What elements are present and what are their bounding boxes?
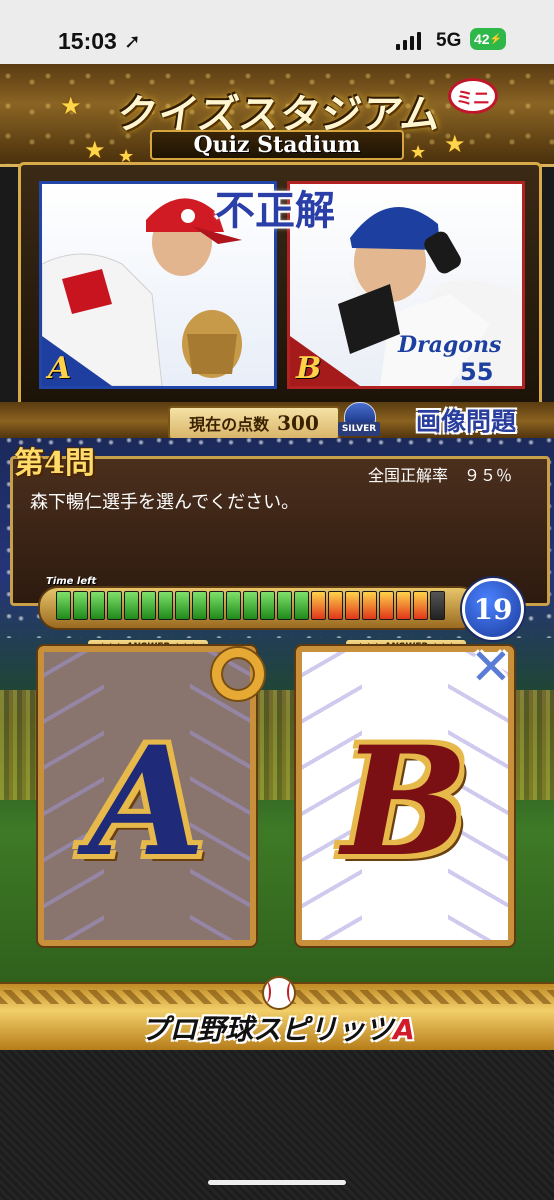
timer-segment xyxy=(226,591,241,620)
question-text: 森下暢仁選手を選んでください。 xyxy=(30,492,300,513)
answer-letter-a: A xyxy=(88,714,206,890)
battery-level: 42 xyxy=(473,31,490,47)
timer-segment xyxy=(430,591,445,620)
logo-text: プロ野球スピリッツ xyxy=(141,1013,394,1046)
timer-segment xyxy=(158,591,173,620)
timer-segment xyxy=(90,591,105,620)
star-icon: ★ xyxy=(410,142,427,163)
bottom-area xyxy=(0,1050,554,1200)
timer-segment xyxy=(294,591,309,620)
timer-segment xyxy=(124,591,139,620)
timer-segment xyxy=(396,591,411,620)
timer-segment xyxy=(141,591,156,620)
timer-segment xyxy=(260,591,275,620)
star-icon: ★ xyxy=(60,92,82,120)
baseball-icon xyxy=(262,976,296,1010)
timer-segment xyxy=(328,591,343,620)
status-bar: 15:03 ➚ 5G 42 ⚡ xyxy=(0,0,554,64)
national-correct-rate: 全国正解率 ９５％ xyxy=(368,466,513,485)
score-label: 現在の点数 xyxy=(189,415,270,434)
question-number: 第4問 xyxy=(14,446,95,481)
timer-segment xyxy=(243,591,258,620)
answer-letter-b: B xyxy=(341,714,469,890)
rank-label: SILVER xyxy=(338,422,380,436)
app-logo: プロ野球スピリッツA xyxy=(138,1008,418,1048)
rocket-icon: ➚ xyxy=(124,29,141,53)
svg-text:Dragons: Dragons xyxy=(397,332,501,358)
option-a-corner-label: A xyxy=(48,351,72,386)
star-icon: ★ xyxy=(84,136,106,164)
score-box: 現在の点数 300 xyxy=(168,406,340,440)
timer-segment xyxy=(73,591,88,620)
game-subtitle: Quiz Stadium xyxy=(150,130,404,160)
timer-segment xyxy=(379,591,394,620)
timer-segment xyxy=(175,591,190,620)
network-type: 5G xyxy=(436,30,462,51)
svg-text:55: 55 xyxy=(460,358,493,386)
logo-suffix: A xyxy=(393,1013,415,1046)
timer-segments xyxy=(56,591,445,620)
timer-segment xyxy=(56,591,71,620)
mini-badge: ミニ xyxy=(448,78,498,114)
timer-segment xyxy=(107,591,122,620)
timer-seconds: 19 xyxy=(462,578,524,640)
question-category: 画像問題 xyxy=(416,407,517,436)
status-time: 15:03 xyxy=(58,28,117,54)
result-label: 不正解 xyxy=(215,187,335,234)
timer-segment xyxy=(345,591,360,620)
correct-circle-icon xyxy=(212,648,264,700)
timer-segment xyxy=(362,591,377,620)
option-b-corner-label: B xyxy=(296,351,322,386)
timer-segment xyxy=(192,591,207,620)
battery-icon: 42 ⚡ xyxy=(470,28,506,50)
timer-segment xyxy=(311,591,326,620)
silver-rank-badge: SILVER xyxy=(338,402,380,438)
timer-segment xyxy=(413,591,428,620)
timer-segment xyxy=(209,591,224,620)
cellular-signal-icon xyxy=(396,30,421,50)
incorrect-cross-icon: ✕ xyxy=(470,638,512,696)
score-value: 300 xyxy=(277,411,319,435)
timer-segment xyxy=(277,591,292,620)
home-indicator[interactable] xyxy=(208,1180,346,1185)
helmet-icon xyxy=(344,402,376,424)
